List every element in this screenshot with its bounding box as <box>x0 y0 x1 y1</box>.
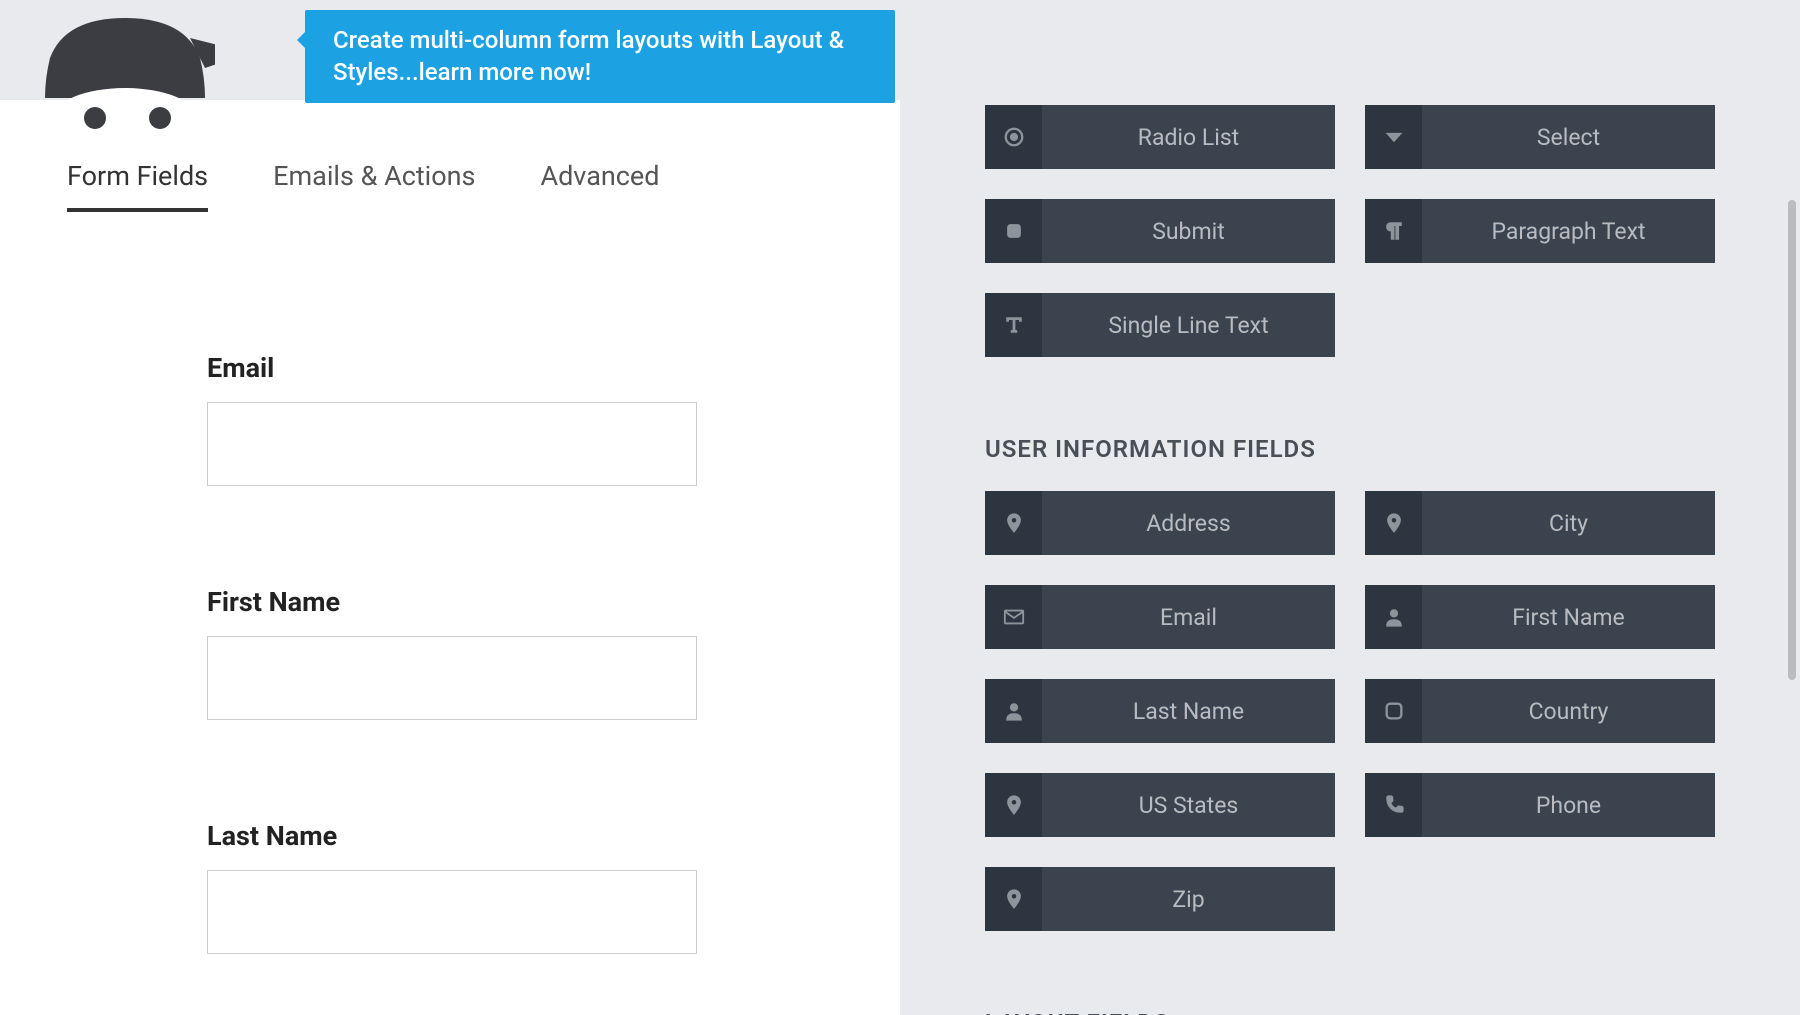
field-button-label: City <box>1422 510 1715 537</box>
pin-icon <box>985 867 1042 931</box>
field-button-label: Email <box>1042 604 1335 631</box>
field-label: Last Name <box>207 820 833 852</box>
last-name-input[interactable] <box>207 870 697 954</box>
field-type-us-states[interactable]: US States <box>985 773 1335 837</box>
field-button-label: Single Line Text <box>1042 312 1335 339</box>
field-type-zip[interactable]: Zip <box>985 867 1335 931</box>
field-button-label: Country <box>1422 698 1715 725</box>
layout-section-title: LAYOUT FIELDS <box>985 1009 1715 1015</box>
field-label: Email <box>207 352 833 384</box>
field-button-label: Radio List <box>1042 124 1335 151</box>
chevron-down-icon <box>1365 105 1422 169</box>
ninja-logo <box>35 18 215 153</box>
field-type-address[interactable]: Address <box>985 491 1335 555</box>
text-icon <box>985 293 1042 357</box>
field-type-city[interactable]: City <box>1365 491 1715 555</box>
field-button-label: Zip <box>1042 886 1335 913</box>
field-button-label: Last Name <box>1042 698 1335 725</box>
square-outline-icon <box>1365 679 1422 743</box>
field-button-label: First Name <box>1422 604 1715 631</box>
field-button-label: US States <box>1042 792 1335 819</box>
envelope-icon <box>985 585 1042 649</box>
tabs: Form Fields Emails & Actions Advanced <box>67 160 833 212</box>
pin-icon <box>985 491 1042 555</box>
tab-advanced[interactable]: Advanced <box>540 160 659 212</box>
form-field-email[interactable]: Email <box>207 352 833 486</box>
field-type-submit[interactable]: Submit <box>985 199 1335 263</box>
field-type-paragraph-text[interactable]: Paragraph Text <box>1365 199 1715 263</box>
field-button-label: Paragraph Text <box>1422 218 1715 245</box>
radio-icon <box>985 105 1042 169</box>
square-solid-icon <box>985 199 1042 263</box>
field-type-single-line-text[interactable]: Single Line Text <box>985 293 1335 357</box>
pin-icon <box>985 773 1042 837</box>
form-preview-panel: Form Fields Emails & Actions Advanced Em… <box>0 100 900 1015</box>
promo-tooltip[interactable]: Create multi-column form layouts with La… <box>305 10 895 103</box>
field-type-select[interactable]: Select <box>1365 105 1715 169</box>
field-button-label: Address <box>1042 510 1335 537</box>
field-type-first-name[interactable]: First Name <box>1365 585 1715 649</box>
user-icon <box>985 679 1042 743</box>
field-type-last-name[interactable]: Last Name <box>985 679 1335 743</box>
paragraph-icon <box>1365 199 1422 263</box>
form-field-first-name[interactable]: First Name <box>207 586 833 720</box>
pin-icon <box>1365 491 1422 555</box>
user-info-section-title: USER INFORMATION FIELDS <box>985 435 1715 463</box>
field-type-radio-list[interactable]: Radio List <box>985 105 1335 169</box>
scrollbar[interactable] <box>1788 200 1796 680</box>
field-label: First Name <box>207 586 833 618</box>
tab-emails-actions[interactable]: Emails & Actions <box>273 160 475 212</box>
field-type-country[interactable]: Country <box>1365 679 1715 743</box>
email-input[interactable] <box>207 402 697 486</box>
first-name-input[interactable] <box>207 636 697 720</box>
field-type-email[interactable]: Email <box>985 585 1335 649</box>
promo-tooltip-text: Create multi-column form layouts with La… <box>333 26 844 86</box>
user-icon <box>1365 585 1422 649</box>
phone-icon <box>1365 773 1422 837</box>
field-button-label: Submit <box>1042 218 1335 245</box>
form-field-last-name[interactable]: Last Name <box>207 820 833 954</box>
field-button-label: Select <box>1422 124 1715 151</box>
tab-form-fields[interactable]: Form Fields <box>67 160 208 212</box>
field-palette-panel: Radio List Select Submit Paragraph Text Sing… <box>900 100 1800 1015</box>
field-button-label: Phone <box>1422 792 1715 819</box>
field-type-phone[interactable]: Phone <box>1365 773 1715 837</box>
